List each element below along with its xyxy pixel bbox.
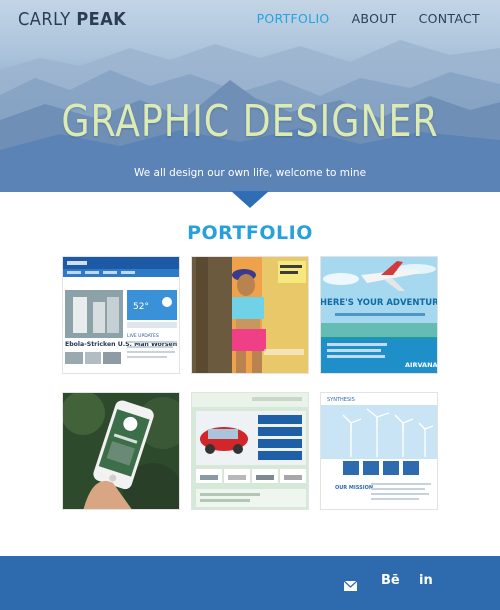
behance-icon[interactable]: Bē: [381, 573, 400, 588]
portfolio-item-mobile-app[interactable]: [62, 392, 180, 510]
portfolio-item-airline-ad[interactable]: WHERE'S YOUR ADVENTURE? AIRVANA: [320, 256, 438, 374]
svg-text:SYNTHESIS: SYNTHESIS: [327, 397, 355, 403]
hero-banner: CARLY PEAK PORTFOLIO ABOUT CONTACT GRAPH…: [0, 0, 500, 192]
portfolio-item-energy-site[interactable]: SYNTHESIS OUR MISSION: [320, 392, 438, 510]
site-logo[interactable]: CARLY PEAK: [18, 9, 126, 30]
svg-text:OUR MISSION: OUR MISSION: [335, 485, 373, 491]
portfolio-item-news-site[interactable]: 52° LIVE UPDATES Ebola-Stricken U.S. Man…: [62, 256, 180, 374]
brand-first-name: CARLY: [18, 9, 71, 30]
site-footer: Bē in: [0, 556, 500, 610]
svg-text:LIVE UPDATES: LIVE UPDATES: [127, 333, 159, 339]
airline-headline: WHERE'S YOUR ADVENTURE?: [321, 298, 438, 308]
portfolio-heading: PORTFOLIO: [187, 222, 313, 244]
hero-subtitle: We all design our own life, welcome to m…: [133, 167, 367, 179]
portfolio-item-fitness-ad[interactable]: [191, 256, 309, 374]
brand-last-name: PEAK: [76, 9, 127, 30]
weather-temp: 52°: [133, 302, 149, 312]
nav-contact[interactable]: CONTACT: [419, 11, 480, 26]
portfolio-item-car-site[interactable]: [191, 392, 309, 510]
linkedin-icon[interactable]: in: [419, 573, 433, 588]
hero-pointer-arrow: [231, 191, 269, 208]
nav-about[interactable]: ABOUT: [352, 11, 397, 26]
main-nav: PORTFOLIO ABOUT CONTACT: [257, 11, 480, 26]
hero-title: GRAPHIC DESIGNER: [61, 96, 439, 147]
mail-icon[interactable]: [343, 576, 358, 595]
svg-text:AIRVANA: AIRVANA: [405, 361, 438, 369]
nav-portfolio[interactable]: PORTFOLIO: [257, 11, 330, 26]
